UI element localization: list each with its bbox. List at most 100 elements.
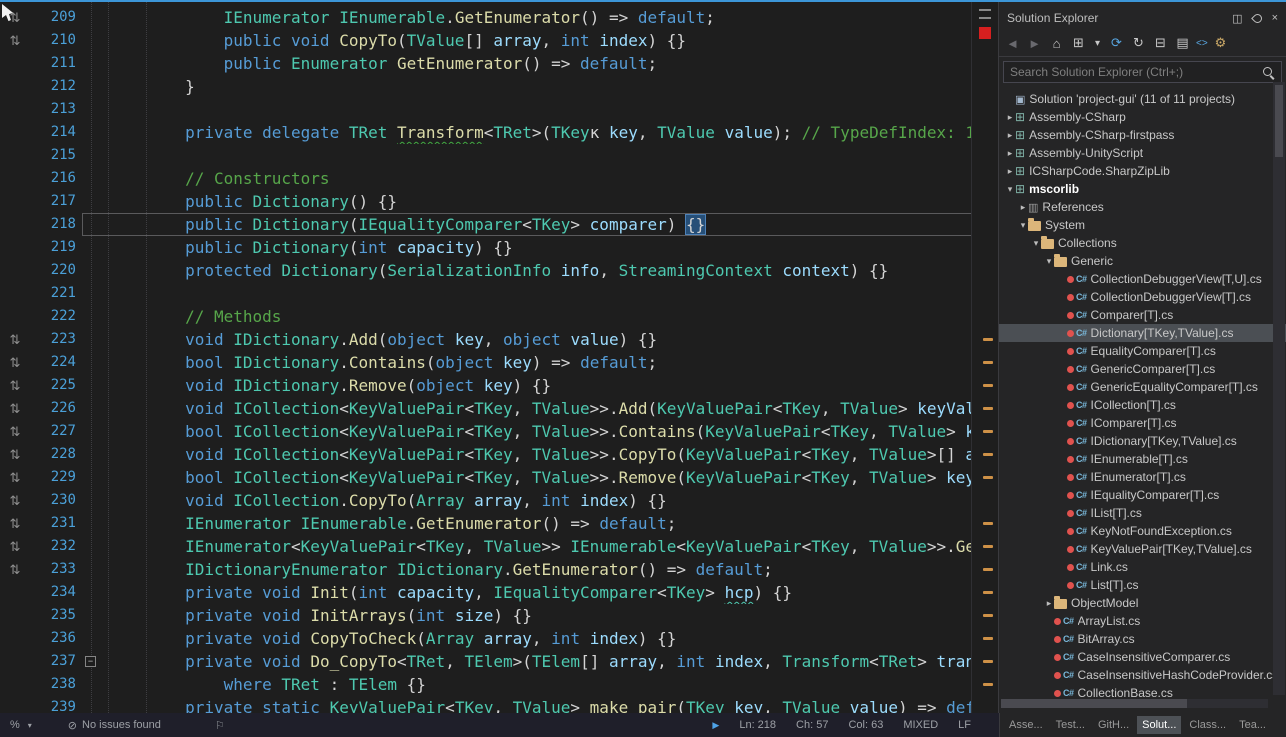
tree-item[interactable]: ▾⊞mscorlib [999, 180, 1286, 198]
code-line-220[interactable]: 220 protected Dictionary(SerializationIn… [0, 259, 972, 282]
tree-item[interactable]: C#IList[T].cs [999, 504, 1286, 522]
code-line-223[interactable]: ⇅223 void IDictionary.Add(object key, ob… [0, 328, 972, 351]
tree-item[interactable]: C#IDictionary[TKey,TValue].cs [999, 432, 1286, 450]
expander-icon[interactable]: ▸ [1005, 112, 1015, 123]
line-number[interactable]: 229 [30, 466, 76, 489]
expander-icon[interactable]: ▸ [1044, 598, 1054, 609]
tree-item[interactable]: C#BitArray.cs [999, 630, 1286, 648]
override-arrows-icon[interactable]: ⇅ [0, 466, 30, 489]
code-line-228[interactable]: ⇅228 void ICollection<KeyValuePair<TKey,… [0, 443, 972, 466]
line-number[interactable]: 219 [30, 236, 76, 259]
code-line-232[interactable]: ⇅232 IEnumerator<KeyValuePair<TKey, TVal… [0, 535, 972, 558]
code-line-215[interactable]: 215 [0, 144, 972, 167]
tree-horizontal-scrollbar[interactable] [1001, 699, 1268, 708]
override-arrows-icon[interactable]: ⇅ [0, 374, 30, 397]
line-number[interactable]: 238 [30, 673, 76, 696]
panel-tab[interactable]: Test... [1051, 716, 1090, 734]
tree-item[interactable]: C#KeyNotFoundException.cs [999, 522, 1286, 540]
tree-item[interactable]: C#IComparer[T].cs [999, 414, 1286, 432]
split-editor-handle[interactable] [979, 9, 991, 19]
code-line-212[interactable]: 212 } [0, 75, 972, 98]
line-number[interactable]: 237 [30, 650, 76, 673]
line-number[interactable]: 218 [30, 213, 76, 236]
tree-item[interactable]: ▾Collections [999, 234, 1286, 252]
override-arrows-icon[interactable]: ⇅ [0, 512, 30, 535]
line-number[interactable]: 217 [30, 190, 76, 213]
expander-icon[interactable]: ▸ [1005, 166, 1015, 177]
navigate-back-icon[interactable]: ◄ [1004, 36, 1021, 51]
override-arrows-icon[interactable]: ⇅ [0, 29, 30, 52]
line-number[interactable]: 223 [30, 328, 76, 351]
line-number[interactable]: 236 [30, 627, 76, 650]
tree-item[interactable]: C#IEnumerator[T].cs [999, 468, 1286, 486]
line-number[interactable]: 235 [30, 604, 76, 627]
pin-icon[interactable] [1251, 12, 1264, 25]
tree-vertical-scrollbar[interactable] [1273, 82, 1285, 695]
tree-item[interactable]: ▸⊞Assembly-CSharp [999, 108, 1286, 126]
tree-item[interactable]: C#EqualityComparer[T].cs [999, 342, 1286, 360]
switch-views-caret-icon[interactable]: ▾ [1092, 38, 1103, 49]
tree-item[interactable]: C#CollectionDebuggerView[T].cs [999, 288, 1286, 306]
show-all-files-icon[interactable]: ▤ [1174, 35, 1191, 51]
panel-tab[interactable]: Class... [1184, 716, 1231, 734]
refresh-icon[interactable]: ↻ [1130, 35, 1147, 51]
tree-item[interactable]: C#ICollection[T].cs [999, 396, 1286, 414]
code-line-210[interactable]: ⇅210 public void CopyTo(TValue[] array, … [0, 29, 972, 52]
code-line-239[interactable]: 239 private static KeyValuePair<TKey, TV… [0, 696, 972, 713]
code-line-218[interactable]: 218 public Dictionary(IEqualityComparer<… [0, 213, 972, 236]
line-number[interactable]: 211 [30, 52, 76, 75]
tree-item[interactable]: ▾Generic [999, 252, 1286, 270]
properties-icon[interactable]: ⚙ [1212, 35, 1229, 51]
line-number[interactable]: 210 [30, 29, 76, 52]
code-line-231[interactable]: ⇅231 IEnumerator IEnumerable.GetEnumerat… [0, 512, 972, 535]
line-number[interactable]: 213 [30, 98, 76, 121]
code-line-225[interactable]: ⇅225 void IDictionary.Remove(object key)… [0, 374, 972, 397]
code-line-233[interactable]: ⇅233 IDictionaryEnumerator IDictionary.G… [0, 558, 972, 581]
zoom-control[interactable]: % ▾ [10, 719, 32, 731]
code-line-217[interactable]: 217 public Dictionary() {} [0, 190, 972, 213]
tree-item[interactable]: C#GenericComparer[T].cs [999, 360, 1286, 378]
column-indicator[interactable]: Col: 63 [848, 719, 883, 731]
tree-item[interactable]: C#Link.cs [999, 558, 1286, 576]
issues-status[interactable]: ⊘ No issues found [68, 719, 161, 732]
override-arrows-icon[interactable]: ⇅ [0, 420, 30, 443]
scrollbar-thumb[interactable] [1275, 85, 1283, 157]
expander-icon[interactable]: ▾ [1018, 220, 1028, 231]
search-icon[interactable] [1263, 67, 1272, 76]
encoding-indicator[interactable]: MIXED [903, 719, 938, 731]
override-arrows-icon[interactable]: ⇅ [0, 558, 30, 581]
line-number[interactable]: 225 [30, 374, 76, 397]
code-line-219[interactable]: 219 public Dictionary(int capacity) {} [0, 236, 972, 259]
line-number[interactable]: 212 [30, 75, 76, 98]
expander-icon[interactable]: ▸ [1018, 202, 1028, 213]
line-number[interactable]: 221 [30, 282, 76, 305]
line-number[interactable]: 226 [30, 397, 76, 420]
expander-icon[interactable]: ▸ [1005, 130, 1015, 141]
code-line-226[interactable]: ⇅226 void ICollection<KeyValuePair<TKey,… [0, 397, 972, 420]
tree-item[interactable]: ▸▥References [999, 198, 1286, 216]
panel-tab[interactable]: Asse... [1004, 716, 1048, 734]
line-number[interactable]: 233 [30, 558, 76, 581]
search-input[interactable] [1003, 61, 1282, 83]
code-line-230[interactable]: ⇅230 void ICollection.CopyTo(Array array… [0, 489, 972, 512]
tree-item[interactable]: C#GenericEqualityComparer[T].cs [999, 378, 1286, 396]
code-line-237[interactable]: 237− private void Do_CopyTo<TRet, TElem>… [0, 650, 972, 673]
line-number[interactable]: 230 [30, 489, 76, 512]
eol-indicator[interactable]: LF [958, 719, 971, 731]
code-line-214[interactable]: 214 private delegate TRet Transform<TRet… [0, 121, 972, 144]
tree-item[interactable]: C#IEnumerable[T].cs [999, 450, 1286, 468]
line-number[interactable]: 215 [30, 144, 76, 167]
tree-item[interactable]: ▸⊞ICSharpCode.SharpZipLib [999, 162, 1286, 180]
panel-tab[interactable]: GitH... [1093, 716, 1134, 734]
line-number[interactable]: 220 [30, 259, 76, 282]
close-icon[interactable]: × [1272, 12, 1278, 24]
tree-item[interactable]: ▾System [999, 216, 1286, 234]
tree-item[interactable]: C#Dictionary[TKey,TValue].cs [999, 324, 1286, 342]
scrollbar-thumb[interactable] [1001, 699, 1187, 708]
code-line-234[interactable]: 234 private void Init(int capacity, IEqu… [0, 581, 972, 604]
override-arrows-icon[interactable]: ⇅ [0, 328, 30, 351]
tree-item[interactable]: C#KeyValuePair[TKey,TValue].cs [999, 540, 1286, 558]
override-arrows-icon[interactable]: ⇅ [0, 351, 30, 374]
tree-item[interactable]: ▸⊞Assembly-UnityScript [999, 144, 1286, 162]
override-arrows-icon[interactable]: ⇅ [0, 397, 30, 420]
